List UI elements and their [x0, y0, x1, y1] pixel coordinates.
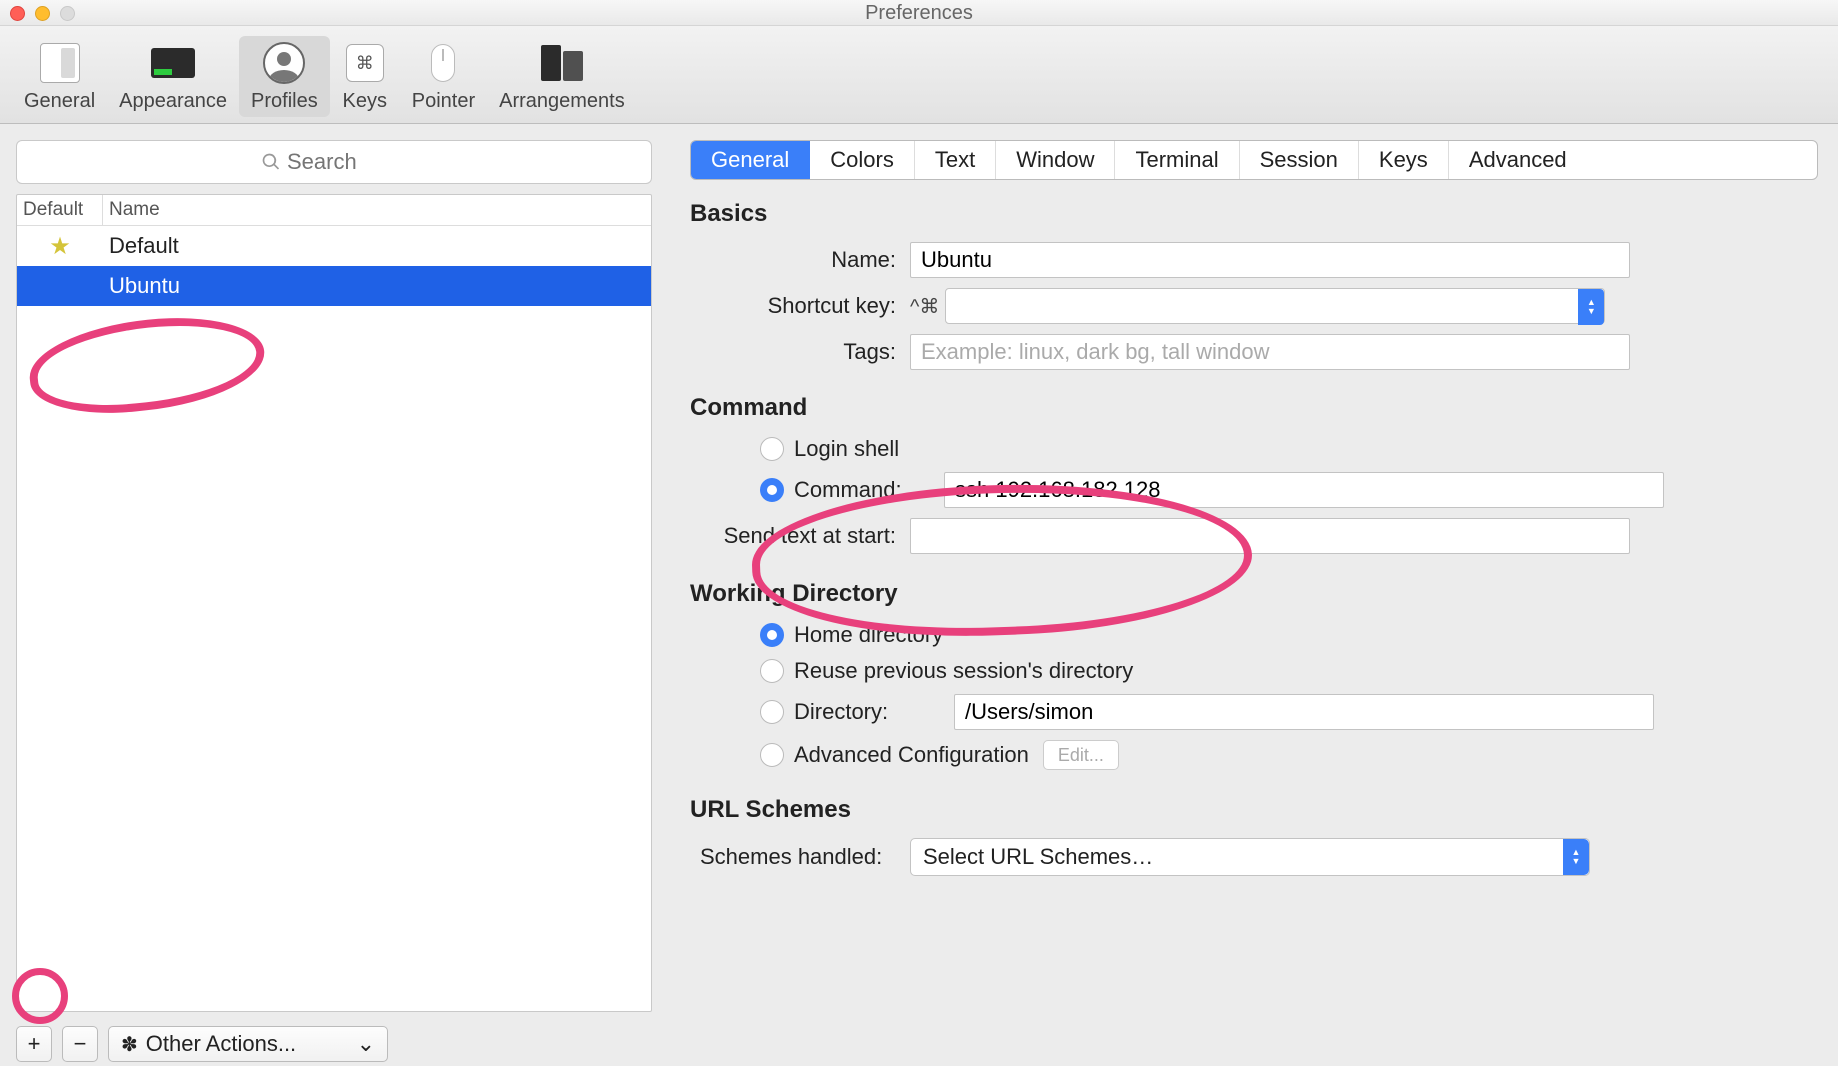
other-actions-label: Other Actions...: [146, 1031, 296, 1057]
arrangements-icon: [539, 40, 585, 86]
home-directory-label: Home directory: [794, 622, 943, 648]
window-controls: [10, 6, 75, 21]
tab-window[interactable]: Window: [996, 141, 1115, 179]
gear-icon: ✽: [121, 1032, 138, 1057]
directory-radio[interactable]: [760, 700, 784, 724]
profile-name: Ubuntu: [103, 273, 651, 299]
search-icon: [261, 152, 281, 172]
shortcut-symbols: ^⌘: [910, 294, 939, 319]
search-input[interactable]: [287, 149, 407, 175]
wd-heading: Working Directory: [690, 580, 1818, 608]
zoom-window-button[interactable]: [60, 6, 75, 21]
profile-row-default[interactable]: ★ Default: [17, 226, 651, 266]
url-schemes-label: Schemes handled:: [690, 844, 910, 870]
url-schemes-value: Select URL Schemes…: [923, 844, 1153, 870]
shortcut-select[interactable]: [945, 288, 1605, 324]
url-schemes-select[interactable]: Select URL Schemes…: [910, 838, 1590, 876]
tab-text[interactable]: Text: [915, 141, 996, 179]
reuse-session-radio[interactable]: [760, 659, 784, 683]
login-shell-radio[interactable]: [760, 437, 784, 461]
search-field[interactable]: [16, 140, 652, 184]
command-radio[interactable]: [760, 478, 784, 502]
tab-terminal[interactable]: Terminal: [1115, 141, 1239, 179]
login-shell-label: Login shell: [794, 436, 899, 462]
toolbar-arrangements[interactable]: Arrangements: [487, 36, 637, 117]
shortcut-label: Shortcut key:: [690, 293, 910, 319]
url-heading: URL Schemes: [690, 796, 1818, 824]
close-window-button[interactable]: [10, 6, 25, 21]
tab-colors[interactable]: Colors: [810, 141, 915, 179]
send-text-label: Send text at start:: [690, 523, 910, 549]
reuse-session-label: Reuse previous session's directory: [794, 658, 1133, 684]
stepper-icon: [1578, 289, 1604, 325]
switch-icon: [37, 40, 83, 86]
advanced-config-label: Advanced Configuration: [794, 742, 1029, 768]
edit-button[interactable]: Edit...: [1043, 740, 1119, 770]
directory-label: Directory:: [794, 699, 954, 725]
minimize-window-button[interactable]: [35, 6, 50, 21]
profile-icon: [261, 40, 307, 86]
profile-tabs: General Colors Text Window Terminal Sess…: [690, 140, 1818, 180]
star-icon: ★: [49, 232, 71, 261]
name-label: Name:: [690, 247, 910, 273]
toolbar-pointer[interactable]: Pointer: [400, 36, 487, 117]
tab-keys[interactable]: Keys: [1359, 141, 1449, 179]
tab-advanced[interactable]: Advanced: [1449, 141, 1587, 179]
toolbar: General Appearance Profiles ⌘ Keys Point…: [0, 26, 1838, 124]
keys-icon: ⌘: [342, 40, 388, 86]
send-text-input[interactable]: [910, 518, 1630, 554]
tags-input[interactable]: [910, 334, 1630, 370]
chevron-down-icon: ⌄: [357, 1031, 375, 1057]
profiles-sidebar: Default Name ★ Default Ubuntu + − ✽: [0, 124, 660, 1064]
name-input[interactable]: [910, 242, 1630, 278]
col-name[interactable]: Name: [103, 195, 651, 225]
profile-name: Default: [103, 233, 651, 259]
chevron-down-icon: [1563, 839, 1589, 875]
basics-heading: Basics: [690, 200, 1818, 228]
toolbar-general[interactable]: General: [12, 36, 107, 117]
tab-session[interactable]: Session: [1240, 141, 1359, 179]
command-heading: Command: [690, 394, 1818, 422]
toolbar-appearance[interactable]: Appearance: [107, 36, 239, 117]
directory-input[interactable]: [954, 694, 1654, 730]
profile-row-ubuntu[interactable]: Ubuntu: [17, 266, 651, 306]
appearance-icon: [150, 40, 196, 86]
profile-actions: + − ✽ Other Actions... ⌄: [16, 1024, 652, 1064]
home-directory-radio[interactable]: [760, 623, 784, 647]
toolbar-profiles[interactable]: Profiles: [239, 36, 330, 117]
toolbar-keys[interactable]: ⌘ Keys: [330, 36, 400, 117]
col-default[interactable]: Default: [17, 195, 103, 225]
profile-list-header: Default Name: [17, 195, 651, 226]
profile-list: Default Name ★ Default Ubuntu: [16, 194, 652, 1012]
profile-settings: General Colors Text Window Terminal Sess…: [660, 124, 1838, 1064]
command-label: Command:: [794, 477, 944, 503]
command-input[interactable]: [944, 472, 1664, 508]
titlebar: Preferences: [0, 0, 1838, 26]
remove-profile-button[interactable]: −: [62, 1026, 98, 1062]
tags-label: Tags:: [690, 339, 910, 365]
window-title: Preferences: [0, 0, 1838, 26]
tab-general[interactable]: General: [691, 141, 810, 179]
advanced-config-radio[interactable]: [760, 743, 784, 767]
add-profile-button[interactable]: +: [16, 1026, 52, 1062]
pointer-icon: [420, 40, 466, 86]
other-actions-dropdown[interactable]: ✽ Other Actions... ⌄: [108, 1026, 388, 1062]
